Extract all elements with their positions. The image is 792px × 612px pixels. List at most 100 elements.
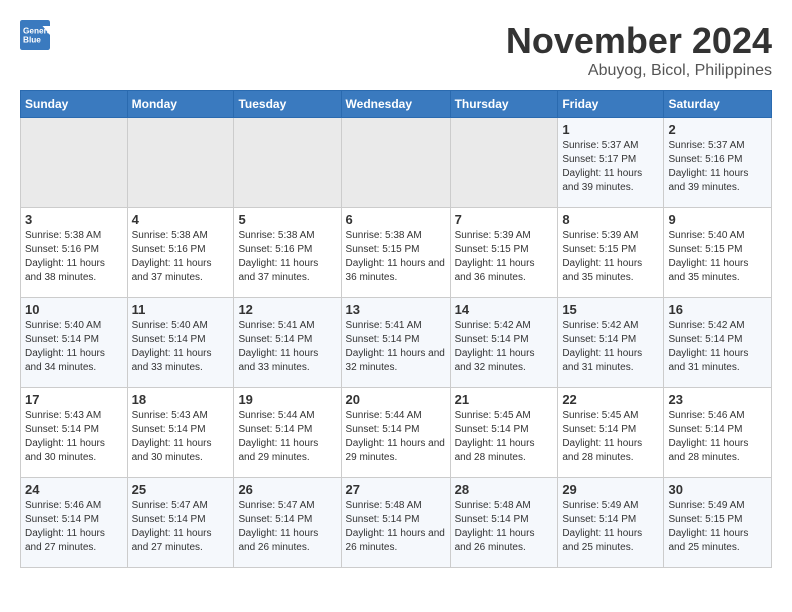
day-number: 6 (346, 212, 446, 227)
day-info: Sunrise: 5:47 AM Sunset: 5:14 PM Dayligh… (238, 499, 336, 555)
calendar-day-cell: 25 Sunrise: 5:47 AM Sunset: 5:14 PM Dayli… (127, 478, 234, 568)
calendar-day-cell: 21 Sunrise: 5:45 AM Sunset: 5:14 PM Dayli… (450, 388, 558, 478)
calendar-week-row: 10 Sunrise: 5:40 AM Sunset: 5:14 PM Dayli… (21, 298, 772, 388)
day-info: Sunrise: 5:46 AM Sunset: 5:14 PM Dayligh… (668, 409, 767, 465)
weekday-header-sunday: Sunday (21, 91, 128, 118)
day-info: Sunrise: 5:45 AM Sunset: 5:14 PM Dayligh… (562, 409, 659, 465)
day-number: 5 (238, 212, 336, 227)
calendar-table: SundayMondayTuesdayWednesdayThursdayFrid… (20, 90, 772, 568)
day-number: 20 (346, 392, 446, 407)
day-info: Sunrise: 5:43 AM Sunset: 5:14 PM Dayligh… (25, 409, 123, 465)
calendar-day-cell (127, 118, 234, 208)
day-info: Sunrise: 5:42 AM Sunset: 5:14 PM Dayligh… (562, 319, 659, 375)
day-info: Sunrise: 5:38 AM Sunset: 5:15 PM Dayligh… (346, 229, 446, 285)
calendar-day-cell: 14Sunrise: 5:42 AM Sunset: 5:14 PM Dayli… (450, 298, 558, 388)
day-info: Sunrise: 5:41 AM Sunset: 5:14 PM Dayligh… (238, 319, 336, 375)
logo-icon: General Blue (20, 20, 50, 50)
calendar-day-cell: 5 Sunrise: 5:38 AM Sunset: 5:16 PM Daylig… (234, 208, 341, 298)
calendar-day-cell (21, 118, 128, 208)
svg-text:General: General (23, 27, 50, 36)
calendar-day-cell: 22 Sunrise: 5:45 AM Sunset: 5:14 PM Dayli… (558, 388, 664, 478)
day-info: Sunrise: 5:38 AM Sunset: 5:16 PM Dayligh… (25, 229, 123, 285)
day-number: 1 (562, 122, 659, 137)
day-info: Sunrise: 5:39 AM Sunset: 5:15 PM Dayligh… (455, 229, 554, 285)
day-info: Sunrise: 5:48 AM Sunset: 5:14 PM Dayligh… (455, 499, 554, 555)
weekday-header-row: SundayMondayTuesdayWednesdayThursdayFrid… (21, 91, 772, 118)
calendar-week-row: 24 Sunrise: 5:46 AM Sunset: 5:14 PM Dayli… (21, 478, 772, 568)
day-number: 2 (668, 122, 767, 137)
day-number: 10 (25, 302, 123, 317)
day-number: 19 (238, 392, 336, 407)
day-number: 25 (132, 482, 230, 497)
calendar-day-cell: 10 Sunrise: 5:40 AM Sunset: 5:14 PM Dayli… (21, 298, 128, 388)
day-number: 18 (132, 392, 230, 407)
day-number: 4 (132, 212, 230, 227)
day-number: 21 (455, 392, 554, 407)
day-info: Sunrise: 5:37 AM Sunset: 5:16 PM Dayligh… (668, 139, 767, 195)
calendar-day-cell: 1 Sunrise: 5:37 AM Sunset: 5:17 PM Daylig… (558, 118, 664, 208)
day-number: 23 (668, 392, 767, 407)
calendar-day-cell: 6 Sunrise: 5:38 AM Sunset: 5:15 PM Daylig… (341, 208, 450, 298)
title-area: November 2024 Abuyog, Bicol, Philippines (506, 20, 772, 80)
day-number: 14 (455, 302, 554, 317)
day-info: Sunrise: 5:39 AM Sunset: 5:15 PM Dayligh… (562, 229, 659, 285)
calendar-week-row: 1 Sunrise: 5:37 AM Sunset: 5:17 PM Daylig… (21, 118, 772, 208)
calendar-week-row: 3 Sunrise: 5:38 AM Sunset: 5:16 PM Daylig… (21, 208, 772, 298)
calendar-day-cell: 28 Sunrise: 5:48 AM Sunset: 5:14 PM Dayli… (450, 478, 558, 568)
calendar-day-cell (341, 118, 450, 208)
day-number: 8 (562, 212, 659, 227)
weekday-header-monday: Monday (127, 91, 234, 118)
day-number: 3 (25, 212, 123, 227)
day-info: Sunrise: 5:38 AM Sunset: 5:16 PM Dayligh… (132, 229, 230, 285)
day-info: Sunrise: 5:40 AM Sunset: 5:14 PM Dayligh… (132, 319, 230, 375)
day-number: 16 (668, 302, 767, 317)
day-info: Sunrise: 5:46 AM Sunset: 5:14 PM Dayligh… (25, 499, 123, 555)
day-info: Sunrise: 5:48 AM Sunset: 5:14 PM Dayligh… (346, 499, 446, 555)
calendar-day-cell: 23 Sunrise: 5:46 AM Sunset: 5:14 PM Dayli… (664, 388, 772, 478)
day-info: Sunrise: 5:43 AM Sunset: 5:14 PM Dayligh… (132, 409, 230, 465)
day-number: 30 (668, 482, 767, 497)
day-number: 27 (346, 482, 446, 497)
calendar-day-cell: 24 Sunrise: 5:46 AM Sunset: 5:14 PM Dayli… (21, 478, 128, 568)
day-number: 7 (455, 212, 554, 227)
day-info: Sunrise: 5:49 AM Sunset: 5:14 PM Dayligh… (562, 499, 659, 555)
day-number: 29 (562, 482, 659, 497)
day-info: Sunrise: 5:44 AM Sunset: 5:14 PM Dayligh… (346, 409, 446, 465)
calendar-day-cell: 19Sunrise: 5:44 AM Sunset: 5:14 PM Dayli… (234, 388, 341, 478)
day-number: 15 (562, 302, 659, 317)
calendar-day-cell: 4 Sunrise: 5:38 AM Sunset: 5:16 PM Daylig… (127, 208, 234, 298)
day-info: Sunrise: 5:49 AM Sunset: 5:15 PM Dayligh… (668, 499, 767, 555)
day-number: 12 (238, 302, 336, 317)
weekday-header-thursday: Thursday (450, 91, 558, 118)
day-info: Sunrise: 5:37 AM Sunset: 5:17 PM Dayligh… (562, 139, 659, 195)
calendar-day-cell: 2 Sunrise: 5:37 AM Sunset: 5:16 PM Daylig… (664, 118, 772, 208)
calendar-day-cell: 3 Sunrise: 5:38 AM Sunset: 5:16 PM Daylig… (21, 208, 128, 298)
calendar-week-row: 17Sunrise: 5:43 AM Sunset: 5:14 PM Dayli… (21, 388, 772, 478)
day-number: 22 (562, 392, 659, 407)
month-title: November 2024 (506, 20, 772, 62)
day-info: Sunrise: 5:47 AM Sunset: 5:14 PM Dayligh… (132, 499, 230, 555)
calendar-day-cell: 27 Sunrise: 5:48 AM Sunset: 5:14 PM Dayli… (341, 478, 450, 568)
logo: General Blue (20, 20, 54, 50)
weekday-header-wednesday: Wednesday (341, 91, 450, 118)
calendar-day-cell: 29 Sunrise: 5:49 AM Sunset: 5:14 PM Dayli… (558, 478, 664, 568)
page-header: General Blue November 2024 Abuyog, Bicol… (20, 20, 772, 80)
day-info: Sunrise: 5:41 AM Sunset: 5:14 PM Dayligh… (346, 319, 446, 375)
calendar-day-cell (450, 118, 558, 208)
weekday-header-saturday: Saturday (664, 91, 772, 118)
calendar-day-cell: 9Sunrise: 5:40 AM Sunset: 5:15 PM Daylig… (664, 208, 772, 298)
calendar-day-cell: 16Sunrise: 5:42 AM Sunset: 5:14 PM Dayli… (664, 298, 772, 388)
calendar-day-cell: 26 Sunrise: 5:47 AM Sunset: 5:14 PM Dayli… (234, 478, 341, 568)
day-info: Sunrise: 5:45 AM Sunset: 5:14 PM Dayligh… (455, 409, 554, 465)
location-subtitle: Abuyog, Bicol, Philippines (506, 62, 772, 80)
day-number: 13 (346, 302, 446, 317)
day-number: 28 (455, 482, 554, 497)
day-number: 24 (25, 482, 123, 497)
day-info: Sunrise: 5:40 AM Sunset: 5:14 PM Dayligh… (25, 319, 123, 375)
calendar-day-cell: 15 Sunrise: 5:42 AM Sunset: 5:14 PM Dayli… (558, 298, 664, 388)
day-number: 26 (238, 482, 336, 497)
calendar-day-cell: 12 Sunrise: 5:41 AM Sunset: 5:14 PM Dayli… (234, 298, 341, 388)
calendar-day-cell: 18 Sunrise: 5:43 AM Sunset: 5:14 PM Dayli… (127, 388, 234, 478)
weekday-header-tuesday: Tuesday (234, 91, 341, 118)
day-info: Sunrise: 5:38 AM Sunset: 5:16 PM Dayligh… (238, 229, 336, 285)
